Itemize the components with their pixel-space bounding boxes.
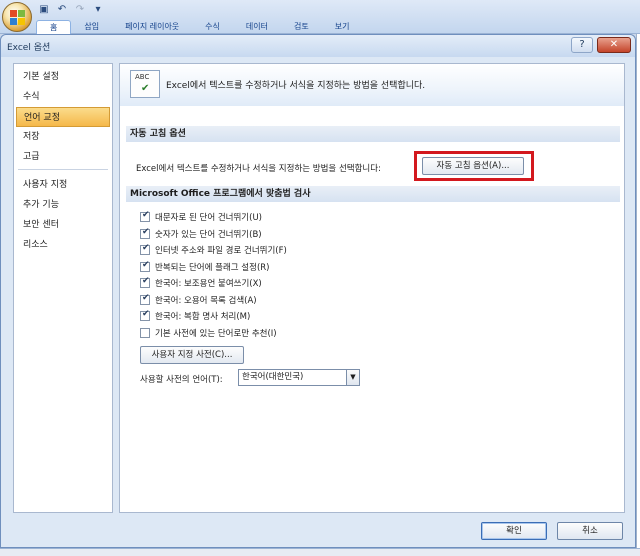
spelling-option-row[interactable]: 대문자로 된 단어 건너뛰기(U) <box>140 210 262 224</box>
cancel-button[interactable]: 취소 <box>557 522 623 540</box>
spelling-option-row[interactable]: 기본 사전에 있는 단어로만 추천(I) <box>140 326 277 340</box>
panel-header-text: Excel에서 텍스트를 수정하거나 서식을 지정하는 방법을 선택합니다. <box>166 81 426 91</box>
spelling-option-row[interactable]: 한국어: 복합 명사 처리(M) <box>140 309 250 323</box>
worksheet-edge <box>636 34 640 556</box>
ribbon-tab[interactable]: 데이터 <box>233 20 281 34</box>
ribbon-tabs: 홈 삽입 페이지 레이아웃 수식 데이터 검토 보기 <box>36 20 362 34</box>
customize-toolbar-icon[interactable]: ▾ <box>92 4 104 16</box>
excel-ribbon: ▣ ↶ ↷ ▾ 홈 삽입 페이지 레이아웃 수식 데이터 검토 보기 <box>0 0 640 34</box>
checkbox-label: 한국어: 복합 명사 처리(M) <box>155 312 251 322</box>
undo-icon[interactable]: ↶ <box>56 4 68 16</box>
ribbon-tab[interactable]: 보기 <box>322 20 363 34</box>
excel-options-dialog: Excel 옵션 ? ✕ 기본 설정 수식 언어 교정 저장 고급 사용자 지정 추가 기능… <box>0 34 636 548</box>
checkbox[interactable] <box>140 327 150 338</box>
nav-item[interactable]: 저장 <box>14 127 112 147</box>
checkbox-label: 기본 사전에 있는 단어로만 추천(I) <box>155 328 277 339</box>
dialog-body: 기본 설정 수식 언어 교정 저장 고급 사용자 지정 추가 기능 보안 센터 리소스 ABC … <box>7 59 631 543</box>
dialog-titlebar: Excel 옵션 ? ✕ <box>1 35 635 57</box>
office-button[interactable] <box>2 2 32 32</box>
checkbox-label: 한국어: 보조용언 붙여쓰기(X) <box>155 279 262 289</box>
dictionary-language-value: 한국어(대한민국) <box>242 372 304 382</box>
ribbon-tab[interactable]: 페이지 레이아웃 <box>112 20 192 34</box>
nav-item[interactable]: 수식 <box>14 87 112 107</box>
checkbox-label: 반복되는 단어에 플래그 설정(R) <box>155 262 270 273</box>
help-button[interactable]: ? <box>571 37 593 53</box>
spelling-option-row[interactable]: 반복되는 단어에 플래그 설정(R) <box>140 260 270 274</box>
nav-item[interactable]: 기본 설정 <box>14 67 112 87</box>
checkbox[interactable] <box>140 293 150 305</box>
redo-icon[interactable]: ↷ <box>74 4 86 16</box>
status-bar-edge <box>0 548 640 556</box>
dictionary-language-label: 사용할 사전의 언어(T): <box>140 375 223 385</box>
panel-header: ABC ✔ Excel에서 텍스트를 수정하거나 서식을 지정하는 방법을 선택… <box>120 64 624 106</box>
nav-item[interactable]: 보안 센터 <box>14 215 112 235</box>
spelling-section-title: Microsoft Office 프로그램에서 맞춤법 검사 <box>126 186 620 202</box>
checkbox[interactable] <box>140 260 150 272</box>
checkbox-label: 한국어: 오용어 목록 검색(A) <box>155 295 257 306</box>
close-button[interactable]: ✕ <box>597 37 631 53</box>
options-nav: 기본 설정 수식 언어 교정 저장 고급 사용자 지정 추가 기능 보안 센터 리소스 <box>13 63 113 513</box>
spelling-option-row[interactable]: 한국어: 보조용언 붙여쓰기(X) <box>140 276 262 290</box>
checkbox[interactable] <box>140 243 150 255</box>
nav-group: 사용자 지정 추가 기능 보안 센터 리소스 <box>14 172 112 255</box>
nav-separator <box>18 169 108 170</box>
ribbon-tab[interactable]: 홈 <box>36 20 72 34</box>
dialog-title: Excel 옵션 <box>7 43 51 53</box>
nav-item[interactable]: 사용자 지정 <box>14 175 112 195</box>
nav-item[interactable]: 언어 교정 <box>16 107 110 127</box>
proofing-abc-icon: ABC ✔ <box>130 70 160 98</box>
nav-item[interactable]: 리소스 <box>14 235 112 255</box>
nav-item[interactable]: 추가 기능 <box>14 195 112 215</box>
ribbon-tab[interactable]: 삽입 <box>71 20 112 34</box>
checkbox[interactable] <box>140 227 150 239</box>
checkbox-label: 인터넷 주소와 파일 경로 건너뛰기(F) <box>155 246 287 256</box>
custom-dictionaries-button[interactable]: 사용자 지정 사전(C)... <box>140 346 244 364</box>
checkbox[interactable] <box>140 210 150 222</box>
autocorrect-section-title: 자동 고침 옵션 <box>126 126 620 142</box>
ribbon-tab[interactable]: 수식 <box>192 20 233 34</box>
office-logo-icon <box>10 10 26 26</box>
spelling-option-row[interactable]: 숫자가 있는 단어 건너뛰기(B) <box>140 227 262 241</box>
save-icon[interactable]: ▣ <box>38 4 50 16</box>
nav-group: 기본 설정 수식 언어 교정 저장 고급 <box>14 64 112 167</box>
spelling-option-row[interactable]: 인터넷 주소와 파일 경로 건너뛰기(F) <box>140 243 287 257</box>
checkbox[interactable] <box>140 309 150 321</box>
checkbox[interactable] <box>140 276 150 288</box>
dictionary-language-select[interactable]: 한국어(대한민국) ▼ <box>238 369 360 386</box>
autocorrect-highlight: 자동 고침 옵션(A)... <box>414 151 534 181</box>
checkbox-label: 숫자가 있는 단어 건너뛰기(B) <box>155 229 262 240</box>
spelling-option-row[interactable]: 한국어: 오용어 목록 검색(A) <box>140 293 257 307</box>
checkbox-label: 대문자로 된 단어 건너뛰기(U) <box>155 213 262 223</box>
ribbon-tab[interactable]: 검토 <box>281 20 322 34</box>
autocorrect-description: Excel에서 텍스트를 수정하거나 서식을 지정하는 방법을 선택합니다: <box>136 164 381 174</box>
quick-access-toolbar: ▣ ↶ ↷ ▾ <box>38 3 104 17</box>
nav-item[interactable]: 고급 <box>14 147 112 167</box>
autocorrect-options-button[interactable]: 자동 고침 옵션(A)... <box>422 157 524 175</box>
proofing-panel: ABC ✔ Excel에서 텍스트를 수정하거나 서식을 지정하는 방법을 선택… <box>119 63 625 513</box>
ok-button[interactable]: 확인 <box>481 522 547 540</box>
dropdown-arrow-icon[interactable]: ▼ <box>346 370 359 385</box>
